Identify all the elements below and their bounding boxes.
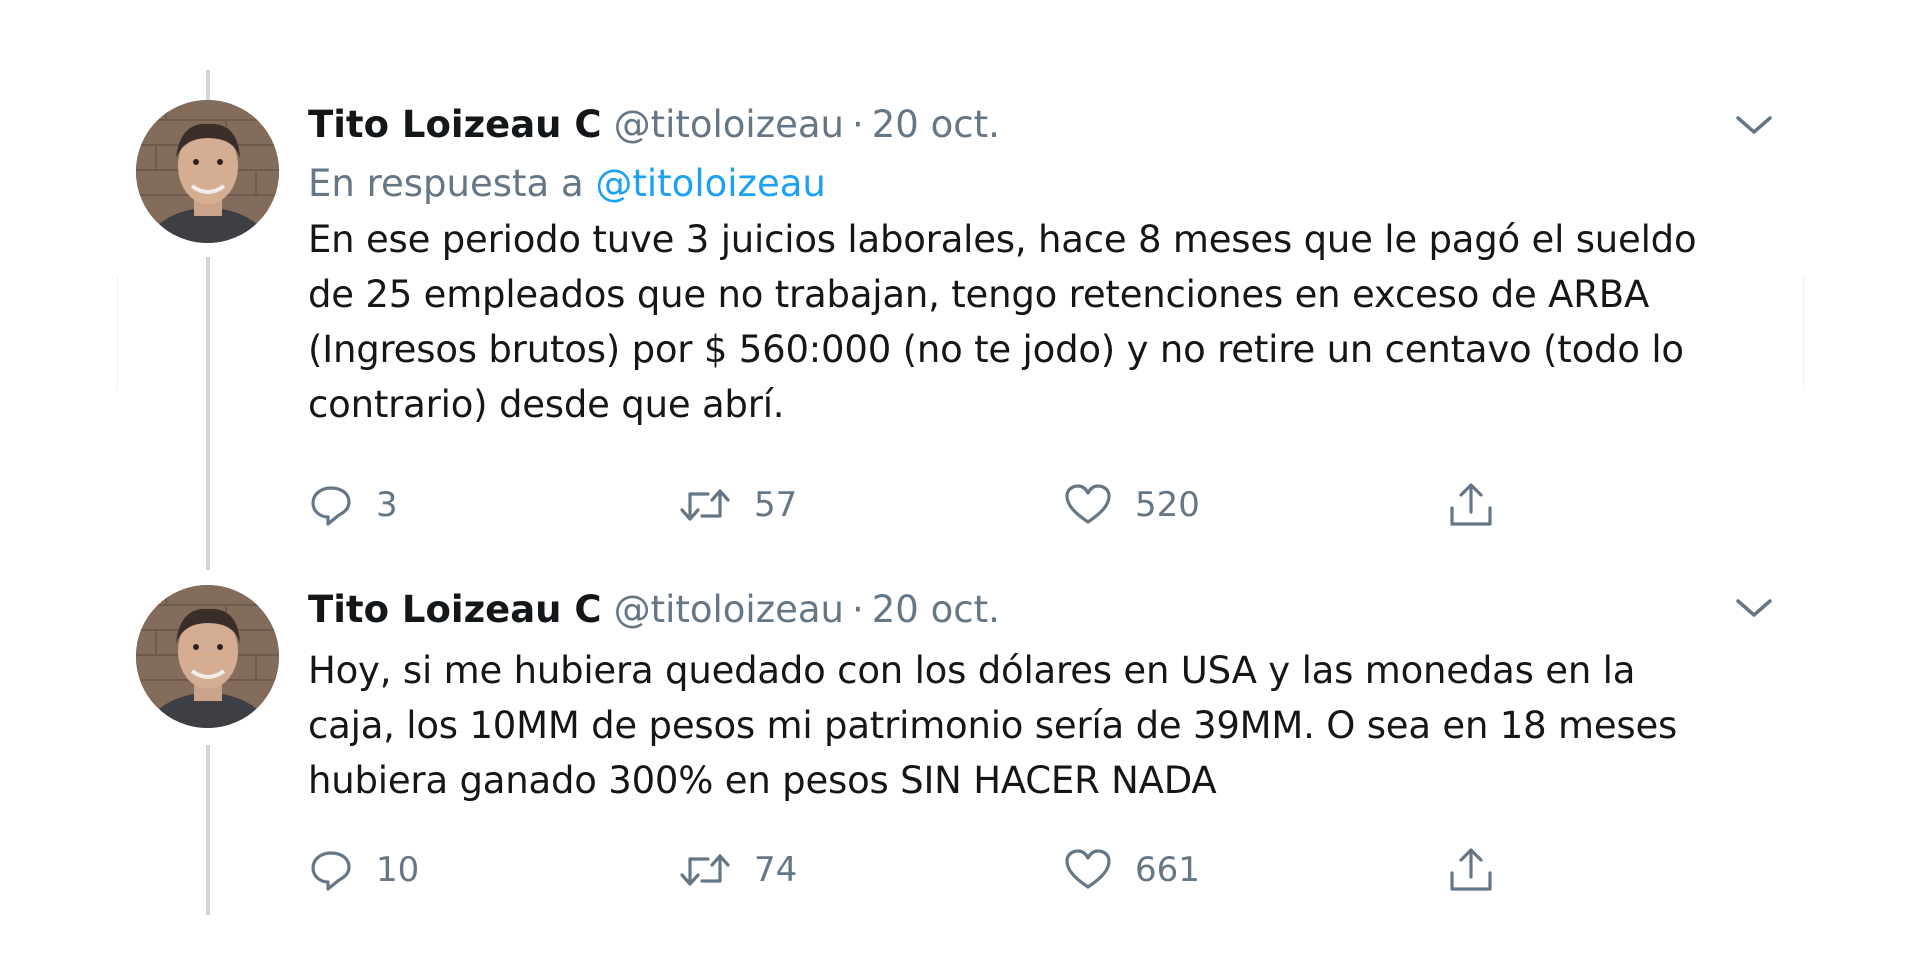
reply-button[interactable]: 3 [308, 475, 398, 535]
tweet-thread: Tito Loizeau C @titoloizeau · 20 oct. En… [0, 0, 1920, 974]
tweet[interactable]: Tito Loizeau C @titoloizeau · 20 oct. Ho… [136, 585, 1776, 915]
reply-prefix: En respuesta a [308, 162, 584, 205]
retweet-count: 57 [754, 485, 798, 525]
like-count: 520 [1135, 485, 1200, 525]
reply-to-link[interactable]: @titoloizeau [595, 162, 825, 205]
like-button[interactable]: 520 [1063, 475, 1200, 535]
tweet-actions: 10 74 661 [308, 840, 1508, 900]
tweet[interactable]: Tito Loizeau C @titoloizeau · 20 oct. En… [136, 100, 1776, 540]
right-divider [1803, 276, 1804, 390]
retweet-button[interactable]: 57 [678, 475, 797, 535]
chevron-down-icon[interactable] [1732, 593, 1776, 623]
thread-line-top [206, 70, 210, 100]
reply-count: 3 [376, 485, 398, 525]
share-icon [1450, 483, 1492, 526]
separator-dot: · [852, 588, 864, 631]
tweet-date[interactable]: 20 oct. [872, 100, 1000, 150]
tweet-actions: 3 57 520 [308, 475, 1508, 535]
chevron-down-icon[interactable] [1732, 110, 1776, 140]
separator-dot: · [852, 103, 864, 146]
avatar-photo [136, 585, 279, 728]
left-divider [117, 276, 118, 390]
like-button[interactable]: 661 [1063, 840, 1200, 900]
avatar[interactable] [136, 100, 279, 243]
author-name[interactable]: Tito Loizeau C [308, 585, 602, 635]
retweet-icon [680, 489, 730, 521]
avatar-photo [136, 100, 279, 243]
heart-icon [1065, 849, 1111, 889]
retweet-icon [680, 854, 730, 886]
tweet-header: Tito Loizeau C @titoloizeau · 20 oct. [308, 100, 1748, 150]
author-handle[interactable]: @titoloizeau [614, 100, 844, 150]
retweet-count: 74 [754, 850, 798, 890]
author-name[interactable]: Tito Loizeau C [308, 100, 602, 150]
reply-button[interactable]: 10 [308, 840, 419, 900]
like-count: 661 [1135, 850, 1200, 890]
share-button[interactable] [1446, 840, 1496, 900]
tweet-text: Hoy, si me hubiera quedado con los dólar… [308, 649, 1678, 802]
tweet-body: Tito Loizeau C @titoloizeau · 20 oct. Ho… [308, 585, 1748, 808]
avatar[interactable] [136, 585, 279, 728]
tweet-date[interactable]: 20 oct. [872, 585, 1000, 635]
reply-context: En respuesta a @titoloizeau [308, 158, 1748, 210]
tweet-body: Tito Loizeau C @titoloizeau · 20 oct. En… [308, 100, 1748, 432]
reply-count: 10 [376, 850, 420, 890]
retweet-button[interactable]: 74 [678, 840, 797, 900]
reply-icon [311, 486, 351, 526]
share-button[interactable] [1446, 475, 1496, 535]
heart-icon [1065, 484, 1111, 524]
tweet-header: Tito Loizeau C @titoloizeau · 20 oct. [308, 585, 1748, 635]
reply-icon [311, 851, 351, 891]
tweet-text: En ese periodo tuve 3 juicios laborales,… [308, 218, 1697, 426]
author-handle[interactable]: @titoloizeau [614, 585, 844, 635]
share-icon [1450, 848, 1492, 891]
